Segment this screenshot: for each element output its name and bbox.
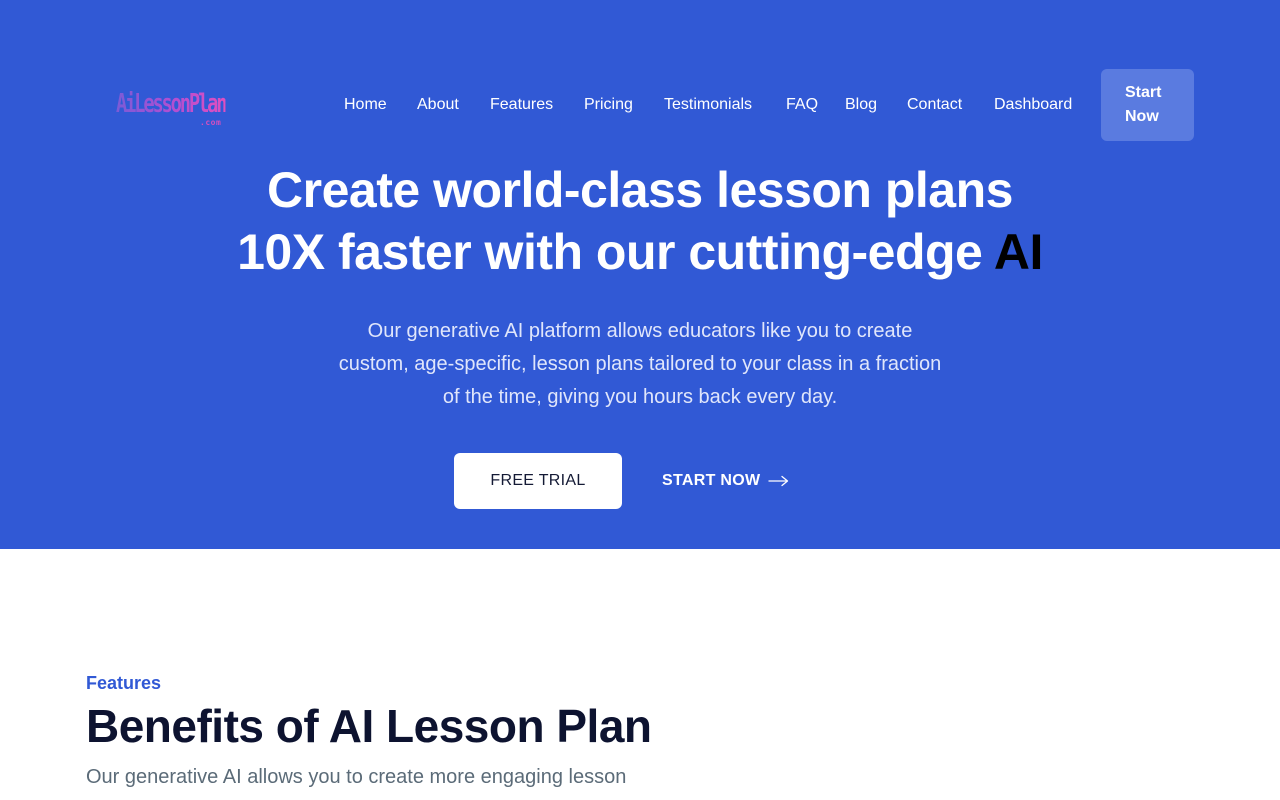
nav-blog[interactable]: Blog xyxy=(845,94,877,116)
nav-faq[interactable]: FAQ xyxy=(786,94,818,116)
hero-headline-line1: Create world-class lesson plans xyxy=(267,162,1013,218)
logo-wordmark: AiLessonPlan xyxy=(116,86,227,122)
nav-testimonials[interactable]: Testimonials xyxy=(664,94,752,116)
features-title: Benefits of AI Lesson Plan xyxy=(86,700,652,752)
hero-headline-line2: 10X faster with our cutting-edge AI xyxy=(0,221,1280,283)
nav-home[interactable]: Home xyxy=(344,94,387,116)
features-subtitle: Our generative AI allows you to create m… xyxy=(86,766,627,788)
nav-features[interactable]: Features xyxy=(490,94,553,116)
logo-domain: .com xyxy=(200,118,222,127)
nav-dashboard[interactable]: Dashboard xyxy=(994,94,1072,116)
free-trial-button[interactable]: FREE TRIAL xyxy=(454,453,622,509)
arrow-right-icon xyxy=(768,475,789,487)
hero-headline-line2-main: 10X faster with our cutting-edge xyxy=(237,224,994,280)
start-now-button[interactable]: Start Now xyxy=(1101,69,1194,141)
hero-subtitle: Our generative AI platform allows educat… xyxy=(338,320,942,408)
nav-pricing[interactable]: Pricing xyxy=(584,94,633,116)
features-eyebrow: Features xyxy=(86,673,162,693)
start-now-link[interactable]: START NOW xyxy=(662,470,790,492)
nav-contact[interactable]: Contact xyxy=(907,94,962,116)
hero-section: AiLessonPlan .com Home About Features Pr… xyxy=(0,0,1280,549)
start-now-label-line1: Start xyxy=(1125,84,1162,101)
site-logo[interactable]: AiLessonPlan .com xyxy=(116,86,227,132)
start-now-label-line2: Now xyxy=(1125,108,1159,125)
nav-about[interactable]: About xyxy=(417,94,459,116)
hero-headline-accent: AI xyxy=(993,224,1044,280)
start-now-link-label: START NOW xyxy=(662,472,761,489)
